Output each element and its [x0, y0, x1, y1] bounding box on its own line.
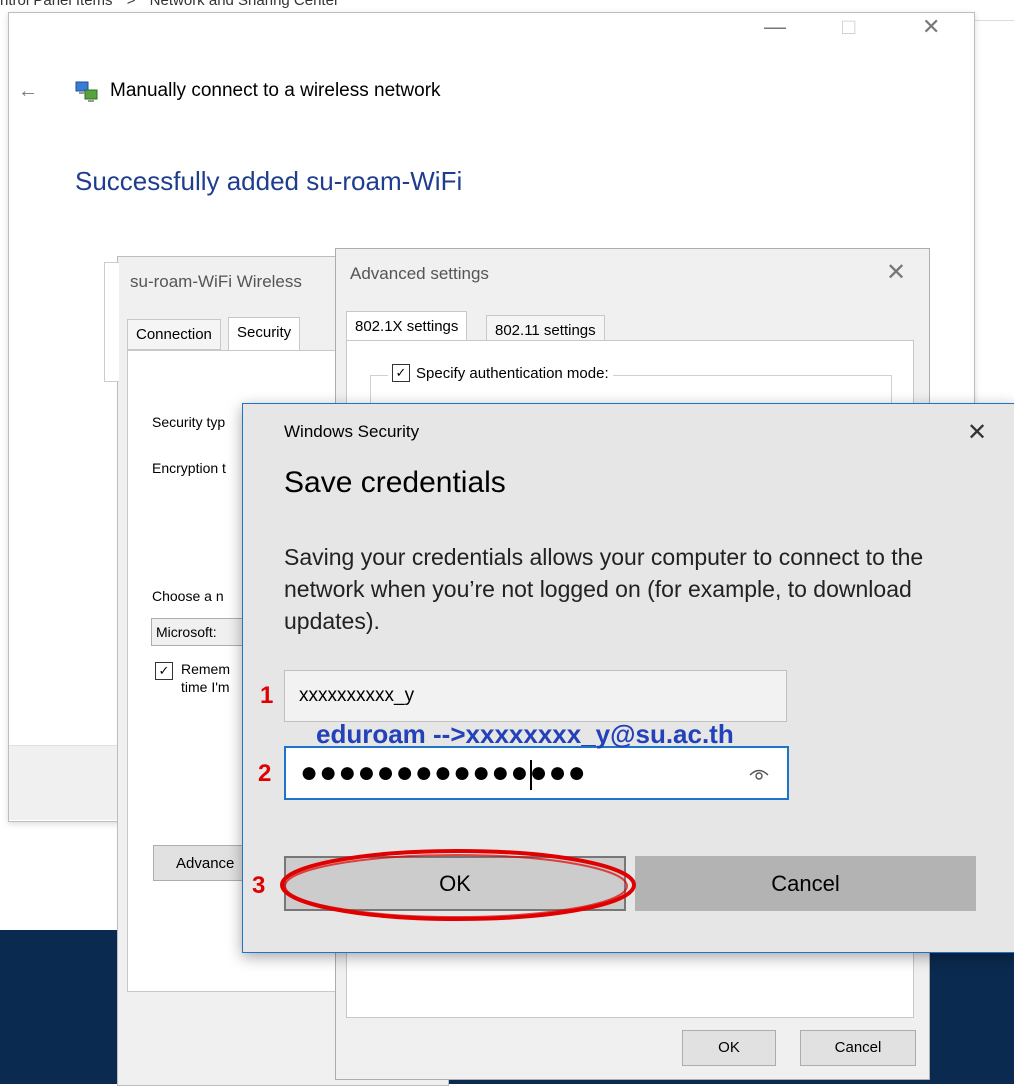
close-button[interactable]: ✕ — [922, 14, 940, 40]
username-input[interactable] — [284, 670, 787, 722]
ok-highlight-ellipse — [280, 849, 636, 921]
back-arrow-icon[interactable]: ← — [18, 80, 38, 103]
step-1-annotation: 1 — [260, 682, 274, 709]
tab-security[interactable]: Security — [228, 317, 301, 351]
step-2-annotation: 2 — [258, 760, 272, 787]
specify-auth-label: Specify authentication mode: — [416, 364, 609, 382]
remember-label-line1: Remem — [181, 661, 231, 677]
encryption-type-label: Encryption t — [152, 460, 226, 476]
eduroam-hint: eduroam -->xxxxxxxx_y@su.ac.th — [316, 719, 734, 749]
checkmark-icon: ✓ — [158, 663, 170, 678]
specify-auth-mode-row: ✓ Specify authentication mode: — [388, 364, 613, 382]
save-credentials-title: Save credentials — [284, 466, 506, 499]
choose-method-label: Choose a n — [152, 588, 224, 604]
breadcrumb-item[interactable]: ntrol Panel Items — [0, 0, 113, 9]
close-icon[interactable]: ✕ — [886, 258, 906, 287]
tab-connection[interactable]: Connection — [127, 319, 221, 350]
properties-dialog-shadow — [104, 262, 119, 382]
desktop-divider — [975, 20, 1014, 21]
breadcrumb: ntrol Panel Items > Network and Sharing … — [0, 0, 349, 9]
advanced-cancel-button[interactable]: Cancel — [800, 1030, 916, 1066]
remember-label-line2: time I'm — [181, 679, 230, 695]
cancel-button[interactable]: Cancel — [635, 856, 976, 911]
close-icon[interactable]: ✕ — [967, 418, 987, 447]
network-icon — [75, 81, 98, 102]
breadcrumb-item[interactable]: Network and Sharing Center — [150, 0, 339, 9]
advanced-settings-button[interactable]: Advance — [153, 845, 253, 881]
checkmark-icon: ✓ — [395, 365, 407, 380]
advanced-dialog-title: Advanced settings — [350, 264, 489, 283]
minimize-button[interactable]: — — [764, 14, 786, 40]
password-value: ●●●●●●●●●●●●●●● — [300, 756, 587, 789]
breadcrumb-separator: > — [126, 0, 136, 9]
remember-checkbox[interactable]: ✓ — [155, 662, 173, 680]
save-credentials-description: Saving your credentials allows your comp… — [284, 544, 924, 634]
eye-icon[interactable] — [748, 764, 770, 782]
success-heading: Successfully added su-roam-WiFi — [75, 166, 463, 196]
step-3-annotation: 3 — [252, 872, 266, 899]
advanced-ok-button[interactable]: OK — [682, 1030, 776, 1066]
properties-dialog-title: su-roam-WiFi Wireless — [130, 272, 302, 291]
window-heading: Manually connect to a wireless network — [110, 80, 441, 101]
maximize-button[interactable]: □ — [842, 14, 855, 40]
security-type-label: Security typ — [152, 414, 226, 430]
security-window-title: Windows Security — [284, 422, 420, 441]
text-caret — [530, 760, 532, 790]
specify-auth-checkbox[interactable]: ✓ — [392, 364, 410, 382]
